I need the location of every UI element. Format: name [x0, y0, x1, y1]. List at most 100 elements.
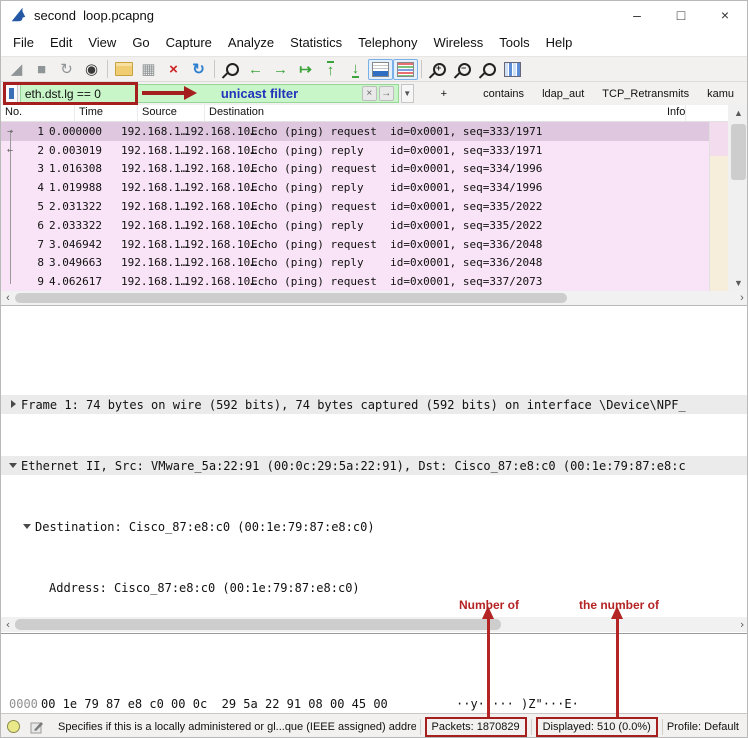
packet-time: 3.046942 [47, 238, 121, 251]
save-file-icon[interactable]: ▦ [136, 59, 161, 80]
packet-info: Echo (ping) reply id=0x0001, seq=336/204… [251, 256, 709, 269]
packet-row[interactable]: 8 3.049663 192.168.1… 192.168.10… Echo (… [1, 254, 709, 273]
column-header[interactable]: Time [75, 105, 138, 121]
menu-item[interactable]: Telephony [350, 35, 425, 50]
expand-chevron-icon[interactable] [7, 459, 20, 472]
packet-row[interactable]: 4 1.019988 192.168.1… 192.168.10… Echo (… [1, 178, 709, 197]
scroll-left-icon[interactable]: ‹ [1, 617, 15, 631]
menu-item[interactable]: Wireless [425, 35, 491, 50]
detail-row[interactable]: Destination: Cisco_87:e8:c0 (00:1e:79:87… [1, 517, 748, 536]
packet-source: 192.168.1… [121, 219, 184, 232]
column-header[interactable]: Source [138, 105, 205, 121]
menu-item[interactable]: Tools [491, 35, 537, 50]
go-back-icon[interactable]: ← [243, 59, 268, 80]
menu-item[interactable]: Statistics [282, 35, 350, 50]
filter-annotation-arrow [142, 91, 184, 95]
column-header[interactable]: No. [1, 105, 75, 121]
intelligent-scrollbar[interactable] [709, 122, 728, 291]
filter-shortcut-button[interactable]: TCP_Retransmits [593, 88, 698, 100]
horizontal-scroll-thumb[interactable] [15, 293, 567, 303]
go-first-packet-icon[interactable]: ↑ [318, 59, 343, 80]
wireshark-logo-icon [9, 6, 27, 24]
filter-dropdown-icon[interactable]: ▼ [401, 84, 414, 103]
detail-row[interactable]: Frame 1: 74 bytes on wire (592 bits), 74… [1, 395, 748, 414]
toolbar-separator[interactable] [214, 60, 215, 78]
window-controls: – □ × [615, 1, 747, 29]
close-file-icon[interactable]: × [161, 59, 186, 80]
start-capture-icon[interactable]: ◢ [4, 59, 29, 80]
status-bar: Specifies if this is a locally administe… [1, 713, 748, 738]
minimize-button[interactable]: – [615, 1, 659, 29]
scroll-down-icon[interactable]: ▼ [728, 275, 748, 291]
scroll-right-icon[interactable]: › [735, 617, 748, 631]
menu-item[interactable]: File [5, 35, 42, 50]
expand-chevron-icon[interactable] [7, 398, 20, 411]
filter-shortcut-button[interactable]: contains [474, 88, 533, 100]
reload-file-icon[interactable]: ↻ [186, 59, 211, 80]
scroll-left-icon[interactable]: ‹ [1, 291, 15, 305]
details-scroll-thumb[interactable] [15, 619, 501, 630]
column-header[interactable]: Info [663, 105, 686, 121]
menu-item[interactable]: Go [124, 35, 157, 50]
detail-row[interactable]: Ethernet II, Src: VMware_5a:22:91 (00:0c… [1, 456, 748, 475]
packet-list-horizontal-scrollbar[interactable]: ‹ › [1, 291, 748, 305]
packet-row[interactable]: 5 2.031322 192.168.1… 192.168.10… Echo (… [1, 197, 709, 216]
auto-scroll-icon[interactable] [368, 59, 393, 80]
vertical-scroll-thumb[interactable] [731, 124, 746, 180]
filter-clear-icon[interactable]: × [362, 86, 377, 101]
zoom-out-icon[interactable]: − [450, 59, 475, 80]
menu-item[interactable]: View [80, 35, 124, 50]
profile-label[interactable]: Profile: Default [667, 721, 739, 733]
menu-item[interactable]: Help [538, 35, 581, 50]
packet-time: 1.016308 [47, 162, 121, 175]
stop-capture-icon[interactable]: ■ [29, 59, 54, 80]
close-button[interactable]: × [703, 1, 747, 29]
filter-shortcut-button[interactable]: kamu [698, 88, 743, 100]
zoom-in-icon[interactable]: + [425, 59, 450, 80]
packet-time: 0.003019 [47, 144, 121, 157]
packet-row[interactable]: 9 4.062617 192.168.1… 192.168.10… Echo (… [1, 272, 709, 291]
menu-item[interactable]: Analyze [220, 35, 282, 50]
related-packet-marker: → [1, 126, 23, 137]
expand-chevron-icon[interactable] [35, 581, 48, 594]
filter-add-button[interactable]: + [432, 88, 456, 100]
expand-chevron-icon[interactable] [21, 520, 34, 533]
packet-info: Echo (ping) request id=0x0001, seq=335/2… [251, 200, 709, 213]
packet-row[interactable]: ← 2 0.003019 192.168.1… 192.168.10… Echo… [1, 141, 709, 160]
scroll-right-icon[interactable]: › [735, 291, 748, 305]
details-horizontal-scrollbar[interactable]: ‹ › [1, 617, 748, 632]
filter-shortcut-buttons: containsldap_autTCP_Retransmitskamu [474, 88, 743, 100]
packet-row[interactable]: 7 3.046942 192.168.1… 192.168.10… Echo (… [1, 235, 709, 254]
resize-columns-icon[interactable] [500, 59, 525, 80]
wireshark-window: second loop.pcapng – □ × FileEditViewGoC… [0, 0, 748, 738]
open-file-icon[interactable] [111, 59, 136, 80]
zoom-100-icon[interactable] [475, 59, 500, 80]
packet-destination: 192.168.10… [184, 238, 251, 251]
packet-row[interactable]: → 1 0.000000 192.168.1… 192.168.10… Echo… [1, 122, 709, 141]
packet-destination: 192.168.10… [184, 219, 251, 232]
packet-row[interactable]: 3 1.016308 192.168.1… 192.168.10… Echo (… [1, 160, 709, 179]
maximize-button[interactable]: □ [659, 1, 703, 29]
filter-shortcut-button[interactable]: ldap_aut [533, 88, 593, 100]
filter-apply-icon[interactable]: → [379, 86, 394, 101]
find-packet-icon[interactable] [218, 59, 243, 80]
restart-capture-icon[interactable]: ↻ [54, 59, 79, 80]
toolbar-separator[interactable] [107, 60, 108, 78]
colorize-icon[interactable] [393, 59, 418, 80]
go-last-packet-icon[interactable]: ↓ [343, 59, 368, 80]
toolbar-separator[interactable] [421, 60, 422, 78]
packet-destination: 192.168.10… [184, 256, 251, 269]
hex-bytes: 00 1e 79 87 e8 c0 00 0c 29 5a 22 91 08 0… [41, 697, 388, 711]
capture-comment-icon[interactable] [30, 720, 44, 734]
go-to-packet-icon[interactable]: ↦ [293, 59, 318, 80]
capture-options-icon[interactable]: ◉ [79, 59, 104, 80]
go-forward-icon[interactable]: → [268, 59, 293, 80]
packet-row[interactable]: 6 2.033322 192.168.1… 192.168.10… Echo (… [1, 216, 709, 235]
menu-item[interactable]: Edit [42, 35, 80, 50]
filter-annotation-box [3, 82, 138, 105]
column-header[interactable]: Destination [205, 105, 663, 121]
expert-info-icon[interactable] [7, 720, 20, 733]
packet-list-vertical-scrollbar[interactable]: ▲ ▼ [728, 105, 748, 291]
scroll-up-icon[interactable]: ▲ [728, 105, 748, 121]
menu-item[interactable]: Capture [158, 35, 220, 50]
